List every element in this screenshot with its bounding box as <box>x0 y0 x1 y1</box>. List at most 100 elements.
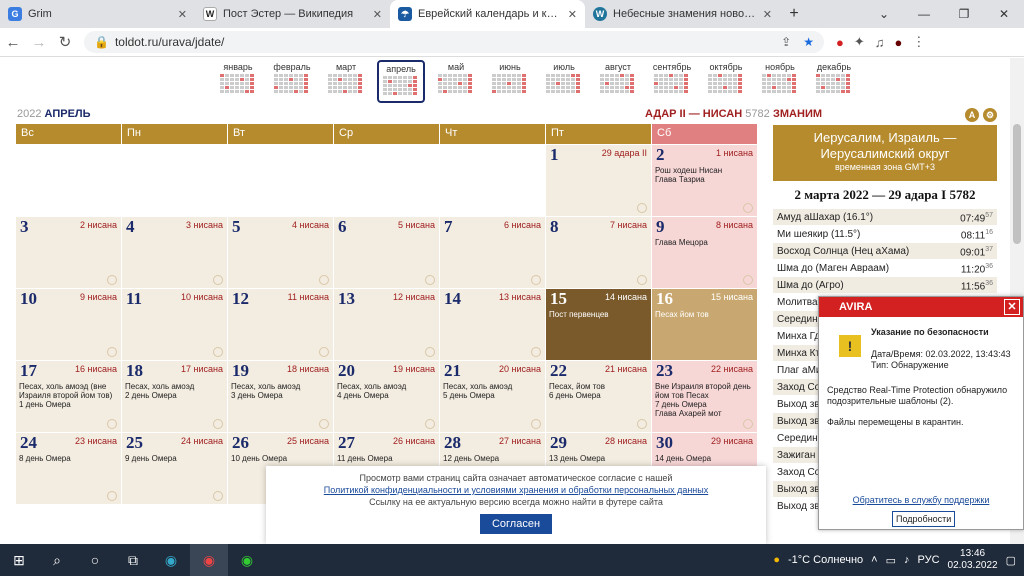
clock-icon[interactable] <box>637 275 647 285</box>
minimize-button[interactable]: — <box>904 0 944 28</box>
url-field[interactable]: 🔒 toldot.ru/urava/jdate/ ⇪ ★ <box>84 31 824 53</box>
weather-text[interactable]: -1°C Солнечно <box>788 554 863 566</box>
event-line[interactable]: 1 день Омера <box>19 400 118 409</box>
month-3[interactable]: апрель <box>377 60 425 103</box>
day-cell[interactable]: 17 16 нисана Песах, холь амоэд (вне Израил… <box>16 361 122 433</box>
month-8[interactable]: сентябрь <box>649 60 695 103</box>
day-cell[interactable]: 2 1 нисана Рош ходеш Нисан Глава Тазриа <box>652 145 758 217</box>
event-line[interactable]: 2 день Омера <box>125 391 224 400</box>
support-link[interactable]: Обратитесь в службу поддержки <box>819 495 1023 505</box>
close-icon[interactable]: ✕ <box>1004 299 1020 315</box>
clock-icon[interactable] <box>319 347 329 357</box>
location-box[interactable]: Иерусалим, Израиль — Иерусалимский округ… <box>773 125 997 181</box>
chevron-down-icon[interactable]: ⌄ <box>864 0 904 28</box>
day-cell[interactable]: 20 19 нисана Песах, холь амоэд 4 день Омера <box>334 361 440 433</box>
month-4[interactable]: май <box>433 60 479 103</box>
clock-icon[interactable] <box>637 203 647 213</box>
clock-icon[interactable] <box>531 275 541 285</box>
language-indicator[interactable]: РУС <box>918 554 940 566</box>
windows-start-icon[interactable]: ⊞ <box>0 544 38 576</box>
share-icon[interactable]: ⇪ <box>781 35 791 49</box>
day-cell[interactable]: 18 17 нисана Песах, холь амоэд 2 день Омера <box>122 361 228 433</box>
clock-icon[interactable] <box>213 419 223 429</box>
event-line[interactable]: 11 день Омера <box>337 454 436 463</box>
clock-icon[interactable] <box>213 491 223 501</box>
event-line[interactable]: Глава Мецора <box>655 238 754 247</box>
close-tab-icon[interactable]: ✕ <box>178 8 187 21</box>
privacy-policy-link[interactable]: Политикой конфиденциальности и условиями… <box>266 484 766 496</box>
close-tab-icon[interactable]: ✕ <box>763 8 772 21</box>
event-line[interactable]: Песах, холь амоэд <box>125 382 224 391</box>
month-1[interactable]: февраль <box>269 60 315 103</box>
scrollbar-thumb[interactable] <box>1013 124 1021 244</box>
day-cell[interactable]: 4 3 нисана <box>122 217 228 289</box>
network-icon[interactable]: ▭ <box>886 554 896 567</box>
event-line[interactable]: Песах, холь амоэд <box>231 382 330 391</box>
chrome-icon[interactable]: ◉ <box>190 544 228 576</box>
event-line[interactable]: 9 день Омера <box>125 454 224 463</box>
task-view-icon[interactable]: ⧉ <box>114 544 152 576</box>
event-line[interactable]: 5 день Омера <box>443 391 542 400</box>
event-line[interactable]: Глава Тазриа <box>655 175 754 184</box>
event-line[interactable]: 12 день Омера <box>443 454 542 463</box>
clock-icon[interactable] <box>531 419 541 429</box>
month-7[interactable]: август <box>595 60 641 103</box>
event-line[interactable]: 6 день Омера <box>549 391 648 400</box>
event-line[interactable]: 7 день Омера <box>655 400 754 409</box>
event-line[interactable]: 14 день Омера <box>655 454 754 463</box>
media-control-icon[interactable]: ♫ <box>875 35 885 50</box>
month-5[interactable]: июнь <box>487 60 533 103</box>
search-icon[interactable]: ⌕ <box>38 544 76 576</box>
day-cell[interactable]: 25 24 нисана 9 день Омера <box>122 433 228 505</box>
new-tab-button[interactable]: + <box>780 0 808 28</box>
event-line[interactable]: Песах, йом тов <box>549 382 648 391</box>
clock-icon[interactable] <box>743 275 753 285</box>
clock-icon[interactable] <box>213 347 223 357</box>
letter-a-icon[interactable]: A <box>965 108 979 122</box>
clock-icon[interactable] <box>107 419 117 429</box>
day-cell[interactable]: 14 13 нисана <box>440 289 546 361</box>
profile-avatar[interactable]: ● <box>895 35 903 50</box>
clock-icon[interactable] <box>637 419 647 429</box>
day-cell[interactable]: 21 20 нисана Песах, холь амоэд 5 день Омера <box>440 361 546 433</box>
day-cell[interactable]: 22 21 нисана Песах, йом тов 6 день Омера <box>546 361 652 433</box>
day-cell[interactable]: 11 10 нисана <box>122 289 228 361</box>
event-line[interactable]: Песах йом тов <box>655 310 754 319</box>
event-line[interactable]: Песах, холь амоэд <box>443 382 542 391</box>
clock-icon[interactable] <box>213 275 223 285</box>
cortana-icon[interactable]: ○ <box>76 544 114 576</box>
day-cell[interactable]: 24 23 нисана 8 день Омера <box>16 433 122 505</box>
extensions-puzzle-icon[interactable]: ✦ <box>854 34 865 50</box>
whatsapp-icon[interactable]: ◉ <box>228 544 266 576</box>
clock-icon[interactable] <box>425 275 435 285</box>
month-9[interactable]: октябрь <box>703 60 749 103</box>
bookmark-star-icon[interactable]: ★ <box>803 35 814 49</box>
close-tab-icon[interactable]: ✕ <box>373 8 382 21</box>
month-6[interactable]: июль <box>541 60 587 103</box>
clock-icon[interactable] <box>425 347 435 357</box>
day-cell[interactable]: 7 6 нисана <box>440 217 546 289</box>
day-cell[interactable]: 9 8 нисана Глава Мецора <box>652 217 758 289</box>
day-cell[interactable]: 3 2 нисана <box>16 217 122 289</box>
event-line[interactable]: Вне Израиля второй день йом тов Песах <box>655 382 754 400</box>
day-cell[interactable]: 1 29 адара II <box>546 145 652 217</box>
event-line[interactable]: 4 день Омера <box>337 391 436 400</box>
tab-wordpress[interactable]: W Небесные знамения новой вой ✕ <box>585 0 780 28</box>
event-line[interactable]: Глава Ахарей мот <box>655 409 754 418</box>
event-line[interactable]: 13 день Омера <box>549 454 648 463</box>
event-line[interactable]: 3 день Омера <box>231 391 330 400</box>
day-cell[interactable]: 16 15 нисана Песах йом тов <box>652 289 758 361</box>
reload-icon[interactable]: ↻ <box>52 33 78 51</box>
day-cell[interactable]: 6 5 нисана <box>334 217 440 289</box>
event-line[interactable]: Рош ходеш Нисан <box>655 166 754 175</box>
clock-icon[interactable] <box>107 275 117 285</box>
clock-icon[interactable] <box>107 491 117 501</box>
month-11[interactable]: декабрь <box>811 60 857 103</box>
close-window-button[interactable]: ✕ <box>984 0 1024 28</box>
restore-button[interactable]: ❐ <box>944 0 984 28</box>
tray-chevron-icon[interactable]: ˄ <box>871 554 877 566</box>
month-0[interactable]: январь <box>215 60 261 103</box>
edge-icon[interactable]: ◉ <box>152 544 190 576</box>
day-cell[interactable]: 13 12 нисана <box>334 289 440 361</box>
event-line[interactable]: 10 день Омера <box>231 454 330 463</box>
